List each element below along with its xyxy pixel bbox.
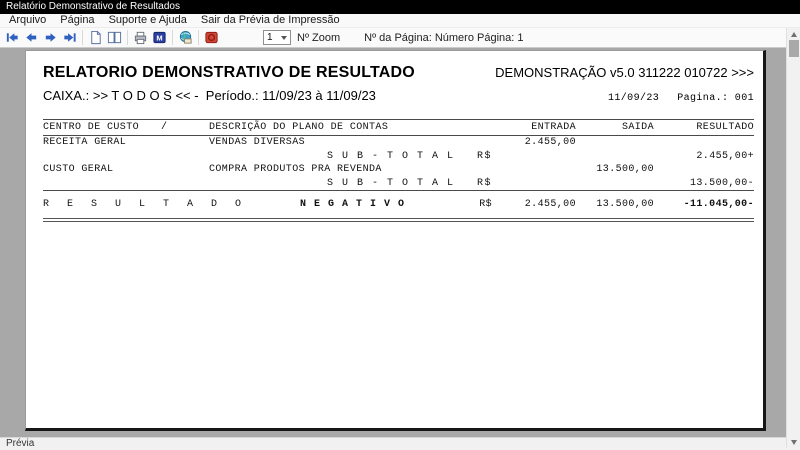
total-entrada: 2.455,00 (524, 199, 576, 210)
report-filter-line: CAIXA.: >> T O D O S << - Período.: 11/0… (43, 88, 376, 103)
status-text: Prévia (6, 438, 35, 449)
table-subtotal-row: S U B - T O T A L R$ 2.455,00+ (43, 150, 754, 164)
zoom-label: Nº Zoom (297, 31, 341, 44)
menu-item-arquivo[interactable]: Arquivo (2, 14, 53, 27)
toolbar: M 1 Nº Zoom Nº da Página: Número Página:… (0, 28, 786, 48)
scroll-up-button[interactable] (787, 28, 800, 40)
menu-item-pagina[interactable]: Página (53, 14, 101, 27)
col-header-resultado: RESULTADO (696, 122, 754, 133)
last-page-button[interactable] (60, 29, 79, 47)
scroll-down-button[interactable] (787, 436, 800, 448)
menu-item-sair-da-previa[interactable]: Sair da Prévia de Impressão (194, 14, 347, 27)
close-preview-button[interactable] (202, 29, 221, 47)
window-title: Relatório Demonstrativo de Resultados (6, 1, 180, 12)
matrix-print-icon: M (152, 30, 167, 45)
last-page-icon (62, 30, 77, 45)
report-table: CENTRO DE CUSTO / DESCRIÇÃO DO PLANO DE … (43, 119, 754, 222)
previous-page-icon (24, 30, 39, 45)
subtotal-label: S U B - T O T A L R$ (326, 150, 492, 162)
book-view-icon (107, 30, 122, 45)
total-saida: 13.500,00 (596, 199, 654, 210)
col-header-centro: CENTRO DE CUSTO (43, 122, 140, 133)
toolbar-separator (172, 30, 173, 45)
col-header-slash: / (161, 122, 168, 133)
table-row: RECEITA GERAL VENDAS DIVERSAS 2.455,00 (43, 136, 754, 150)
print-button[interactable] (131, 29, 150, 47)
report-edition: DEMONSTRAÇÃO v5.0 311222 010722 >>> (495, 65, 754, 80)
total-label: R E S U L T A D O (43, 199, 248, 210)
statusbar: Prévia (0, 437, 800, 450)
subtotal-resultado: 2.455,00+ (696, 150, 754, 162)
subtotal-resultado: 13.500,00- (689, 177, 754, 189)
table-header-row: CENTRO DE CUSTO / DESCRIÇÃO DO PLANO DE … (43, 120, 754, 135)
globe-icon (178, 30, 193, 45)
menubar: Arquivo Página Suporte e Ajuda Sair da P… (0, 14, 800, 28)
table-total-row: R E S U L T A D O N E G A T I V O R$ 2.4… (43, 191, 754, 218)
preview-viewport: RELATORIO DEMONSTRATIVO DE RESULTADO DEM… (0, 48, 786, 437)
total-currency: R$ (479, 199, 492, 210)
col-header-saida: SAIDA (621, 122, 654, 133)
col-header-descricao: DESCRIÇÃO DO PLANO DE CONTAS (209, 122, 389, 133)
cell-entrada: 2.455,00 (524, 137, 576, 149)
cell-centro: RECEITA GERAL (43, 137, 127, 149)
scroll-down-icon (791, 439, 797, 445)
cell-descricao: COMPRA PRODUTOS PRA REVENDA (209, 164, 382, 176)
cell-saida: 13.500,00 (596, 164, 654, 176)
svg-text:M: M (156, 33, 162, 42)
toolbar-separator (82, 30, 83, 45)
vertical-scrollbar[interactable] (786, 28, 800, 448)
report-page: RELATORIO DEMONSTRATIVO DE RESULTADO DEM… (25, 50, 766, 431)
scrollbar-thumb[interactable] (789, 40, 799, 57)
table-row: CUSTO GERAL COMPRA PRODUTOS PRA REVENDA … (43, 163, 754, 177)
toolbar-separator (198, 30, 199, 45)
first-page-button[interactable] (3, 29, 22, 47)
previous-page-button[interactable] (22, 29, 41, 47)
web-export-button[interactable] (176, 29, 195, 47)
printer-icon (133, 30, 148, 45)
total-resultado: -11.045,00- (683, 199, 754, 210)
report-page-number: Pagina.: 001 (677, 93, 754, 104)
book-view-button[interactable] (105, 29, 124, 47)
cell-descricao: VENDAS DIVERSAS (209, 137, 306, 149)
single-page-icon (88, 30, 103, 45)
table-subtotal-row: S U B - T O T A L R$ 13.500,00- (43, 177, 754, 191)
next-page-button[interactable] (41, 29, 60, 47)
matrix-print-button[interactable]: M (150, 29, 169, 47)
total-status: N E G A T I V O (299, 199, 405, 210)
zoom-dropdown[interactable]: 1 (263, 30, 291, 45)
table-double-rule (43, 218, 754, 222)
page-info-label: Nº da Página: Número Página: 1 (364, 31, 524, 44)
next-page-icon (43, 30, 58, 45)
first-page-icon (5, 30, 20, 45)
scroll-up-icon (791, 31, 797, 37)
cell-centro: CUSTO GERAL (43, 164, 114, 176)
close-preview-icon (204, 30, 219, 45)
zoom-value: 1 (267, 32, 273, 43)
report-title: RELATORIO DEMONSTRATIVO DE RESULTADO (43, 64, 415, 81)
single-page-view-button[interactable] (86, 29, 105, 47)
col-header-entrada: ENTRADA (531, 122, 576, 133)
titlebar: Relatório Demonstrativo de Resultados (0, 0, 800, 14)
subtotal-label: S U B - T O T A L R$ (326, 177, 492, 189)
chevron-down-icon (281, 35, 287, 40)
toolbar-separator (127, 30, 128, 45)
report-date-page: 11/09/23 Pagina.: 001 (608, 93, 754, 104)
app-window: Relatório Demonstrativo de Resultados Ar… (0, 0, 800, 450)
report-date: 11/09/23 (607, 93, 660, 104)
menu-item-suporte-e-ajuda[interactable]: Suporte e Ajuda (102, 14, 194, 27)
